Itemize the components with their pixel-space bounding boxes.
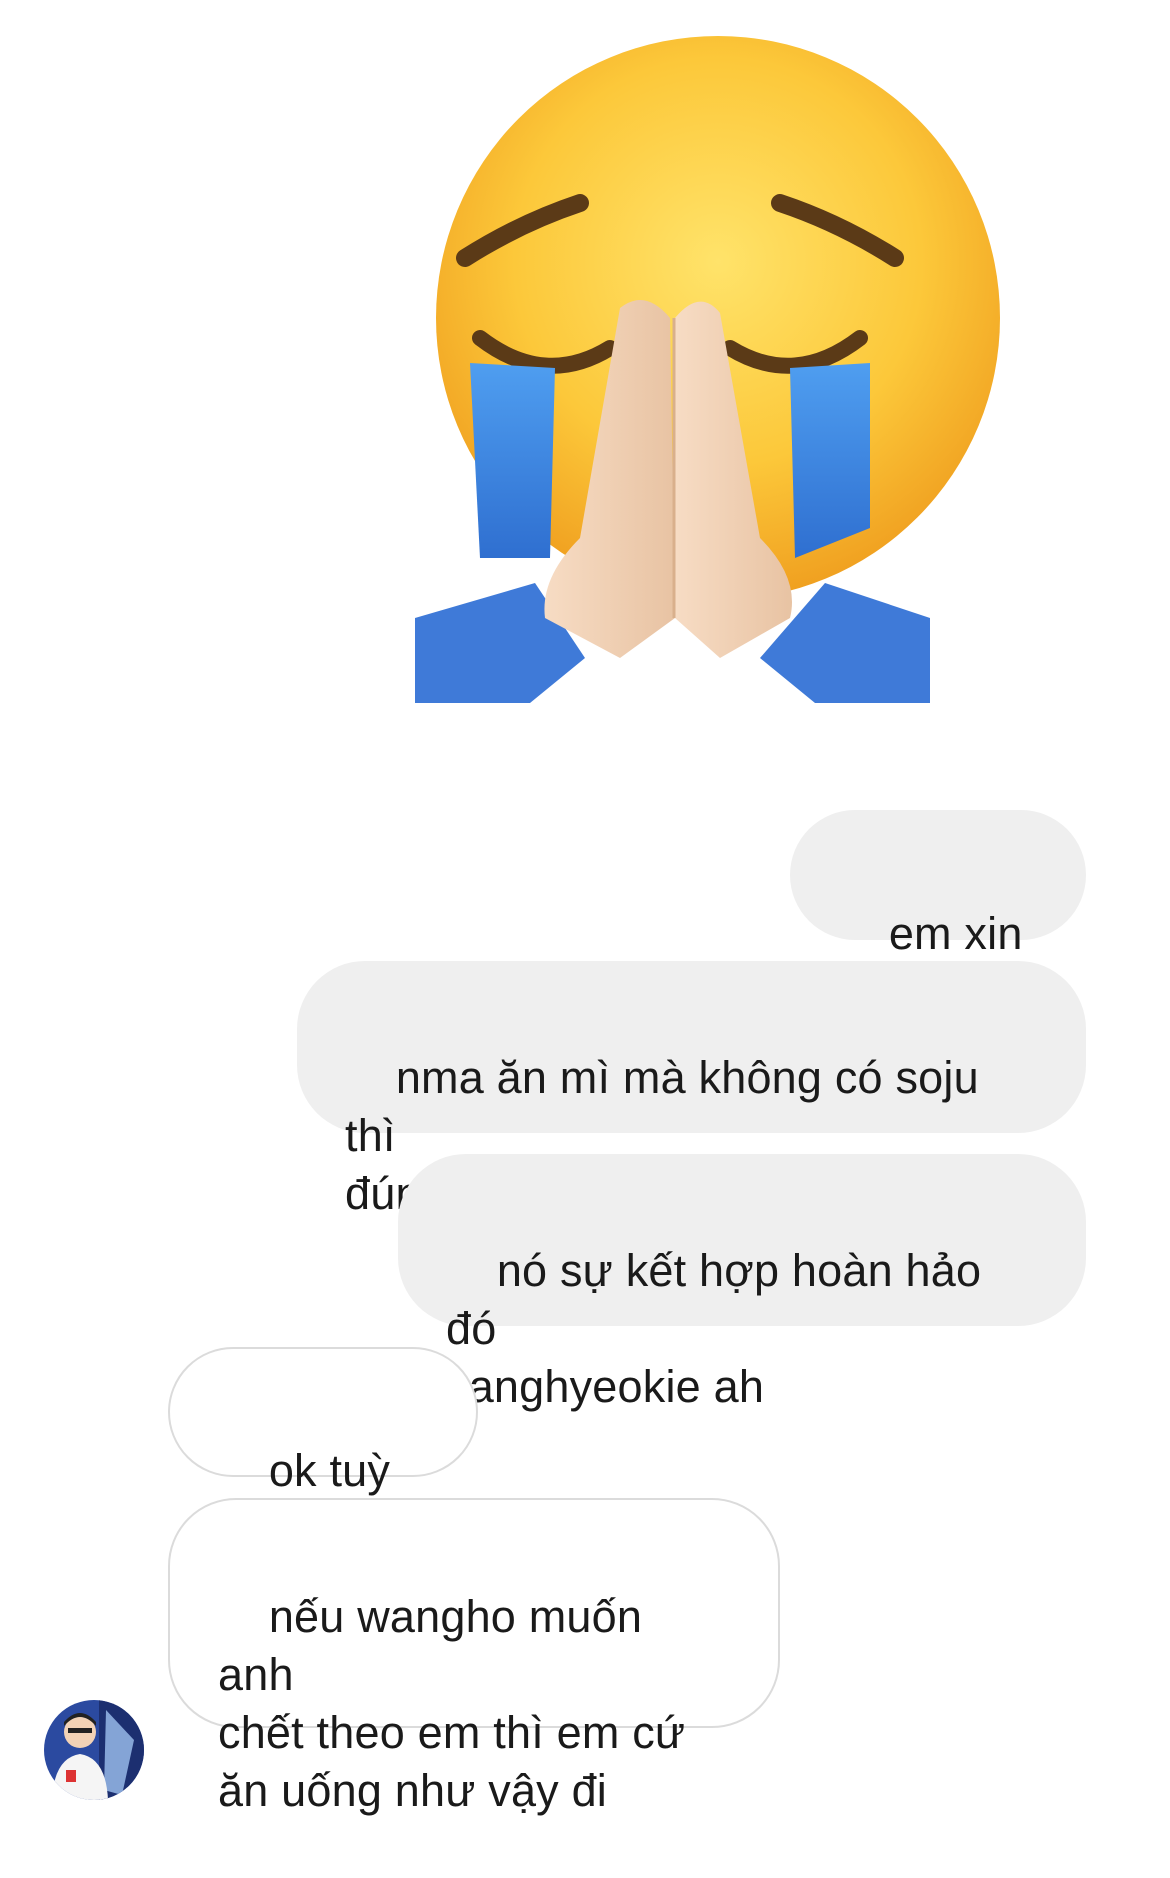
crying-praying-face-sticker[interactable] xyxy=(370,18,1070,818)
message-bubble-received[interactable]: nếu wangho muốn anh chết theo em thì em … xyxy=(168,1498,780,1816)
sticker-graphic xyxy=(415,36,1000,703)
message-text: nếu wangho muốn anh chết theo em thì em … xyxy=(218,1591,686,1816)
avatar-image xyxy=(44,1700,144,1800)
message-bubble-sent[interactable]: nma ăn mì mà không có soju thì đúng là 1… xyxy=(297,961,1086,1219)
message-bubble-sent[interactable]: nó sự kết hợp hoàn hảo đó sanghyeokie ah xyxy=(398,1154,1086,1586)
message-bubble-sent[interactable]: em xin lỗi xyxy=(790,810,1086,1017)
user-avatar[interactable] xyxy=(44,1700,144,1800)
chat-thread[interactable]: em xin lỗi nma ăn mì mà không có soju th… xyxy=(0,0,1170,1825)
message-bubble-received[interactable]: ok tuỳ em xyxy=(168,1347,478,1554)
weary-face-icon xyxy=(505,1416,561,1586)
message-text: nó sự kết hợp hoàn hảo đó sanghyeokie ah xyxy=(446,1245,982,1412)
